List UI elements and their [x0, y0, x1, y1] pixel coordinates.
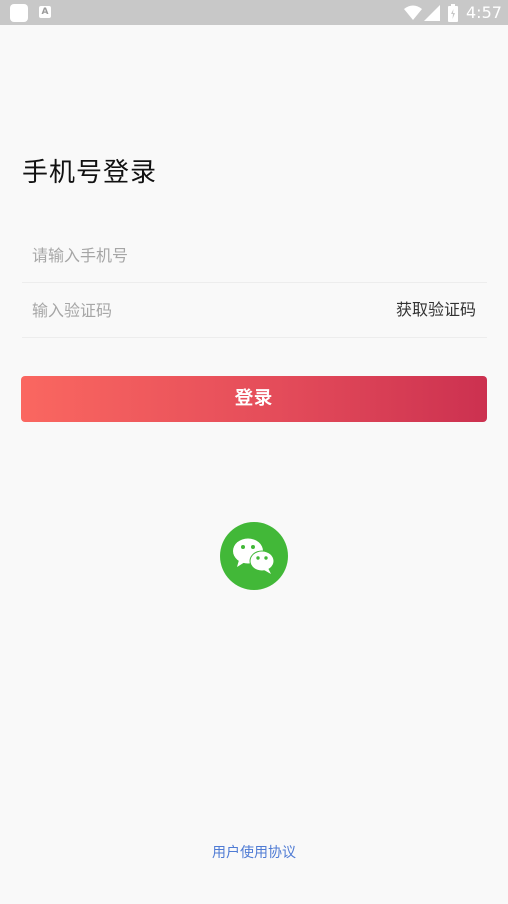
wechat-icon [233, 538, 275, 574]
battery-icon [448, 4, 458, 22]
verification-code-input[interactable] [32, 283, 362, 337]
wifi-icon [404, 5, 422, 20]
cell-signal-icon [424, 5, 440, 21]
notification-app-icon [10, 4, 28, 22]
phone-input[interactable] [32, 228, 362, 282]
phone-field-row [22, 228, 487, 283]
status-time: 4:57 [466, 3, 502, 22]
login-button[interactable]: 登录 [21, 376, 487, 422]
wechat-login-button[interactable] [220, 522, 288, 590]
user-agreement-link[interactable]: 用户使用协议 [0, 842, 508, 864]
page-title: 手机号登录 [22, 158, 158, 188]
a-notification-icon: A [39, 6, 51, 18]
get-code-button[interactable]: 获取验证码 [396, 283, 476, 337]
status-bar: A 4:57 [0, 0, 508, 25]
code-field-row: 获取验证码 [22, 283, 487, 338]
